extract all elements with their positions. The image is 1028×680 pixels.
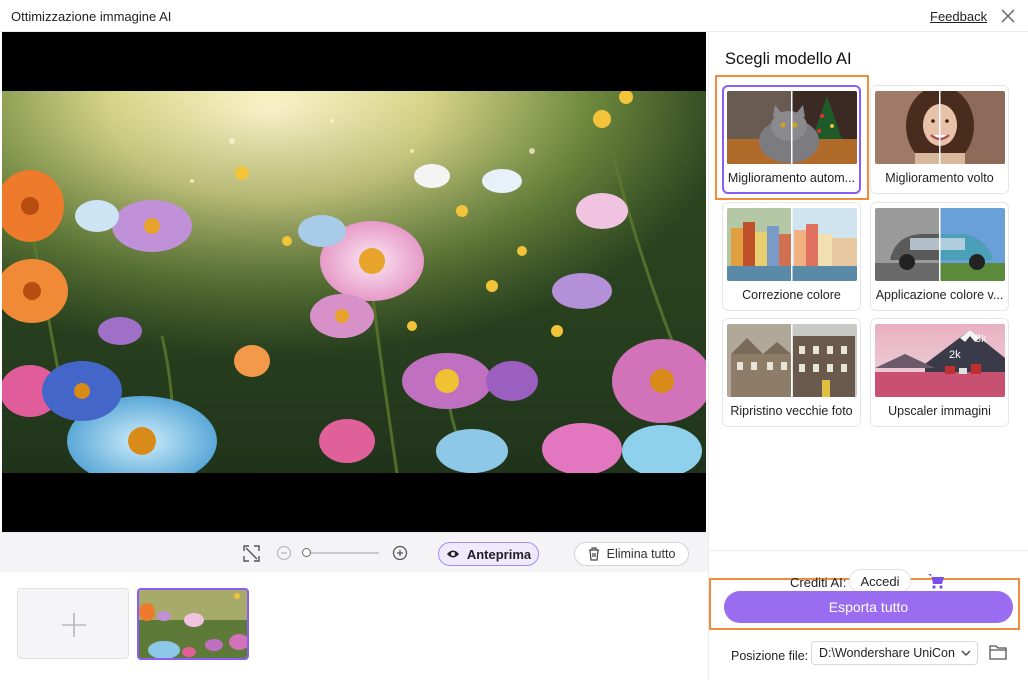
upscale-badge-2k: 2k	[949, 349, 961, 361]
file-position-label: Posizione file:	[731, 649, 809, 663]
window-title: Ottimizzazione immagine AI	[11, 9, 172, 24]
color-correction-thumbnail	[727, 208, 857, 281]
model-card-face-enhance[interactable]: Miglioramento volto	[870, 85, 1009, 194]
credits-row: Crediti AI: Accedi	[709, 550, 1028, 593]
file-path-select[interactable]: D:\Wondershare UniCon	[811, 641, 978, 665]
add-image-button[interactable]	[17, 588, 129, 659]
image-thumbnail[interactable]	[137, 588, 249, 660]
ai-model-panel: Scegli modello AI Miglioramento autom...	[708, 32, 1028, 680]
model-card-color-correction[interactable]: Correzione colore	[722, 202, 861, 311]
preview-toolbar: Anteprima Elimina tutto	[0, 532, 708, 572]
upscale-badge-8k: 8k	[975, 333, 987, 345]
model-label: Correzione colore	[742, 288, 841, 302]
colorize-thumbnail	[875, 208, 1005, 281]
model-label: Applicazione colore v...	[875, 288, 1004, 302]
delete-all-label: Elimina tutto	[606, 547, 676, 561]
model-card-upscaler[interactable]: 8k 2k Upscaler immagini	[870, 318, 1009, 427]
zoom-in-icon[interactable]	[392, 545, 408, 561]
folder-icon[interactable]	[989, 644, 1007, 660]
flower-field-image	[2, 91, 706, 473]
old-photo-thumbnail	[727, 324, 857, 397]
credits-label: Crediti AI:	[790, 575, 847, 590]
model-label: Ripristino vecchie foto	[730, 404, 853, 418]
model-card-old-photo-restore[interactable]: Ripristino vecchie foto	[722, 318, 861, 427]
fit-screen-icon[interactable]	[243, 545, 260, 562]
face-enhance-thumbnail	[875, 91, 1005, 164]
model-label: Upscaler immagini	[888, 404, 991, 418]
image-preview	[2, 32, 706, 532]
model-card-colorize[interactable]: Applicazione colore v...	[870, 202, 1009, 311]
thumbnail-strip	[0, 572, 708, 680]
title-bar: Ottimizzazione immagine AI Feedback	[0, 0, 1028, 32]
model-card-auto-enhance[interactable]: Miglioramento autom...	[722, 85, 861, 194]
delete-all-button[interactable]: Elimina tutto	[574, 542, 689, 566]
feedback-link[interactable]: Feedback	[930, 9, 987, 24]
preview-button[interactable]: Anteprima	[438, 542, 539, 566]
file-path-value: D:\Wondershare UniCon	[819, 646, 955, 660]
login-button[interactable]: Accedi	[849, 569, 911, 593]
cart-icon[interactable]	[927, 572, 945, 590]
zoom-out-icon[interactable]	[276, 545, 292, 561]
chevron-down-icon	[961, 650, 971, 656]
model-label: Miglioramento autom...	[727, 171, 856, 185]
trash-icon	[588, 547, 599, 561]
panel-title: Scegli modello AI	[725, 50, 852, 68]
export-all-button[interactable]: Esporta tutto	[724, 591, 1013, 623]
upscaler-thumbnail: 8k 2k	[875, 324, 1005, 397]
close-icon[interactable]	[998, 6, 1018, 26]
zoom-slider-thumb[interactable]	[302, 548, 311, 557]
auto-enhance-thumbnail	[727, 91, 857, 164]
plus-icon	[62, 613, 86, 637]
preview-button-label: Anteprima	[466, 546, 532, 562]
model-label: Miglioramento volto	[885, 171, 994, 185]
zoom-slider[interactable]	[302, 548, 379, 557]
eye-icon	[446, 550, 459, 558]
